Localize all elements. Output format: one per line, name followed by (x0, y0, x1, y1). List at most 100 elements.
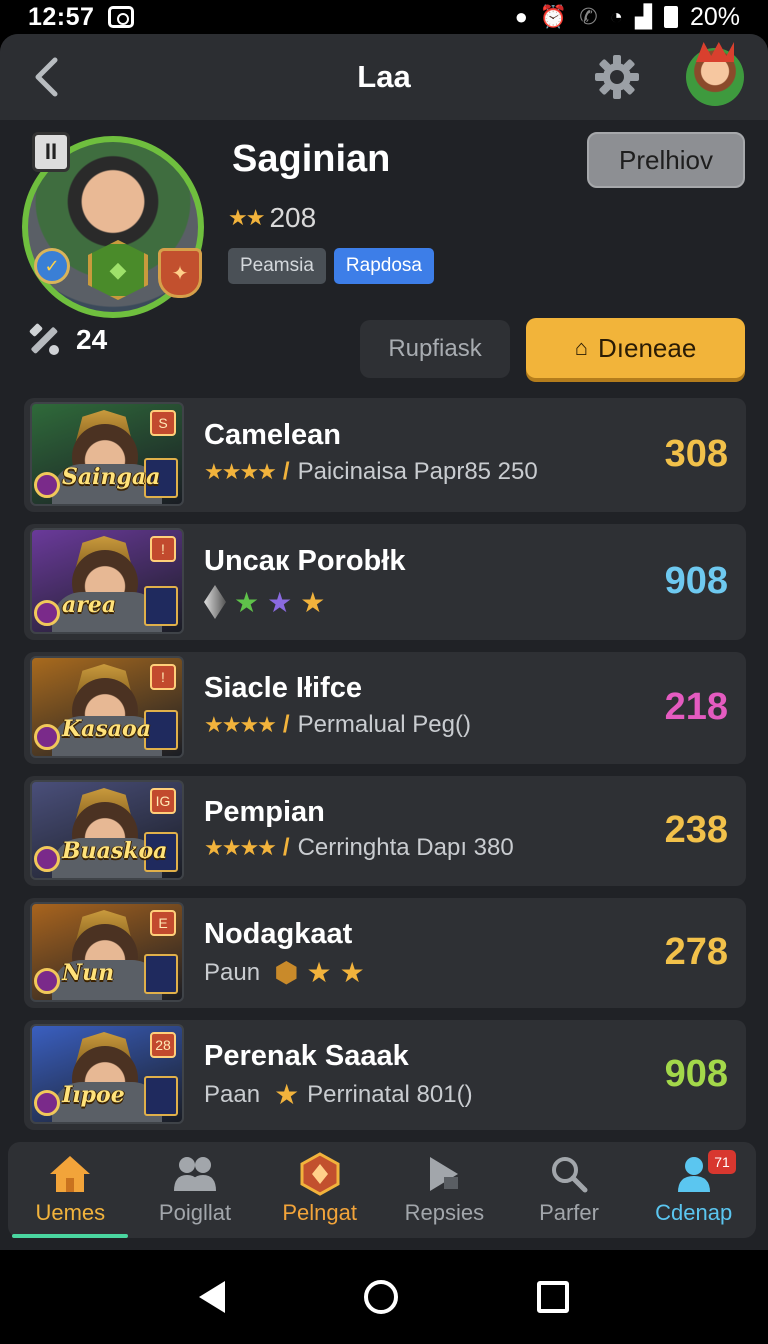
separator: / (282, 834, 290, 861)
thumbnail-label: areа (62, 592, 117, 618)
character-score: 308 (664, 433, 728, 475)
character-subtitle-row: ★★★★ / Permalual Peg() (204, 711, 471, 739)
nav-item-4[interactable]: Repsies (382, 1142, 507, 1238)
character-subtitle: Permalual Peg() (297, 711, 471, 738)
thumbnail-badge: IG (150, 788, 176, 814)
green-star-icon: ★ (234, 586, 260, 618)
character-name: Siacle Iłifce (204, 672, 362, 704)
thumbnail-badge: E (150, 910, 176, 936)
seal-icon (34, 724, 60, 750)
secondary-action-button[interactable]: Rupfiask (360, 320, 510, 378)
rating-value: 208 (269, 202, 317, 233)
system-recents-icon[interactable] (536, 1281, 569, 1313)
users-icon (172, 1154, 218, 1194)
thumbnail-label: Saingaa (62, 464, 161, 490)
player-tags: Peamsia Rapdosa (228, 248, 434, 284)
nav-label: Pelngat (282, 1200, 357, 1225)
character-name: Nodagkaat (204, 918, 353, 950)
nav-item-6[interactable]: Cdenap 71 (631, 1142, 756, 1238)
list-item[interactable]: ! areа Uncaк Porobłk ★ ★ ★ 908 (24, 524, 746, 640)
call-icon: ✆ (579, 4, 598, 29)
character-subtitle-row: ★★★★ / Paicinaisa Papr85 250 (204, 458, 538, 486)
play-icon (424, 1154, 464, 1194)
back-button[interactable] (24, 55, 68, 99)
list-item[interactable]: IG Buaskoa Pempian ★★★★ / Cerringhta Dap… (24, 776, 746, 886)
system-back-icon[interactable] (199, 1281, 226, 1313)
verified-badge-icon: ✓ (34, 248, 70, 284)
character-thumbnail: S Saingaa (30, 402, 184, 506)
seal-icon (34, 846, 60, 872)
thumbnail-badge: 28 (150, 1032, 176, 1058)
gear-icon (595, 55, 639, 99)
nav-item-5[interactable]: Parfer (507, 1142, 632, 1238)
app-window: Laa II ✓ ◆ ✦ Saginian ★★ 208 Peamsia Rap… (0, 34, 768, 1250)
thumbnail-label: Kasaoa (62, 716, 151, 742)
tag-secondary[interactable]: Rapdosa (333, 248, 434, 284)
primary-action-label: Dıeneae (597, 332, 697, 363)
seal-icon (34, 1090, 60, 1116)
rating-stars-icon: ★★★★ (204, 459, 277, 484)
preview-button[interactable]: Prelhiov (587, 132, 745, 188)
status-bar: 12:57 ● ⏰ ✆ ◔ ▟ 20% (0, 0, 768, 34)
profile-header: II ✓ ◆ ✦ Saginian ★★ 208 Peamsia Rapdosa… (0, 120, 768, 320)
nav-item-1[interactable]: Uemes (8, 1142, 133, 1238)
settings-button[interactable] (592, 52, 642, 102)
seal-icon (34, 968, 60, 994)
card-icon (144, 954, 178, 994)
location-icon: ● (514, 4, 528, 29)
character-subtitle-row: Paun ⬢ ★ ★ (204, 956, 365, 989)
battery-icon (663, 6, 678, 28)
seal-icon (34, 600, 60, 626)
character-subtitle: Perrinatal 801() (307, 1080, 473, 1108)
primary-action-button[interactable]: ⌂ Dıeneae (526, 318, 745, 378)
character-name: Perenak Saaak (204, 1040, 409, 1072)
list-item[interactable]: S Saingaa Camelean ★★★★ / Paicinaisa Pap… (24, 398, 746, 512)
emblem-icon (298, 1152, 342, 1196)
character-subtitle-prefix: Paan (204, 1080, 261, 1108)
nav-label: Uemes (35, 1200, 106, 1225)
status-time: 12:57 (28, 2, 95, 31)
character-score: 278 (664, 931, 728, 973)
character-subtitle-row: ★ ★ ★ (204, 585, 325, 619)
bottom-navigation: Uemes Poigllat Pelngat Repsies Parfer Cd… (8, 1142, 756, 1238)
character-subtitle-row: ★★★★ / Cerringhta Dapı 380 (204, 834, 514, 862)
nav-label: Parfer (539, 1200, 599, 1225)
list-item[interactable]: 28 Iıpoe Perenak Saaak Paan ★ Perrinatal… (24, 1020, 746, 1130)
nav-item-3[interactable]: Pelngat (257, 1142, 382, 1238)
account-avatar[interactable] (686, 48, 744, 106)
gold-star-icon: ★ (274, 1079, 300, 1110)
camera-notification-icon (108, 6, 135, 28)
thumbnail-badge: ! (150, 664, 176, 690)
rating-stars-icon: ★★ (228, 205, 265, 230)
character-subtitle: Paun (204, 958, 261, 986)
signal-icon: ▟ (635, 4, 652, 29)
rating-stars-icon: ★★★★ (204, 712, 277, 737)
tag-primary[interactable]: Peamsia (228, 248, 326, 284)
nav-label: Repsies (404, 1200, 485, 1225)
character-subtitle: Cerringhta Dapı 380 (297, 834, 514, 861)
character-score: 218 (664, 686, 728, 728)
item-count: 24 (26, 322, 107, 358)
gold-star-icon: ★ (300, 586, 326, 618)
character-thumbnail: 28 Iıpoe (30, 1024, 184, 1124)
gold-star-icon: ★ (339, 957, 365, 988)
purple-star-icon: ★ (267, 586, 293, 618)
thumbnail-badge: S (150, 410, 176, 436)
character-subtitle-row: Paan ★ Perrinatal 801() (204, 1078, 473, 1111)
rating-stars-icon: ★★★★ (204, 835, 277, 860)
notification-badge: 71 (708, 1150, 737, 1174)
card-icon (144, 586, 178, 626)
list-item[interactable]: ! Kasaoa Siacle Iłifce ★★★★ / Permalual … (24, 652, 746, 764)
character-name: Pempian (204, 796, 325, 828)
nav-item-2[interactable]: Poigllat (133, 1142, 258, 1238)
alarm-icon: ⏰ (539, 4, 568, 29)
character-thumbnail: IG Buaskoa (30, 780, 184, 880)
back-arrow-icon (35, 57, 58, 97)
tools-icon (29, 323, 59, 355)
search-icon (549, 1154, 589, 1194)
thumbnail-badge: ! (150, 536, 176, 562)
nav-label: Cdenap (655, 1200, 733, 1225)
character-score: 908 (664, 1053, 728, 1095)
system-home-icon[interactable] (363, 1280, 398, 1314)
list-item[interactable]: E Nun Nodagkaat Paun ⬢ ★ ★ 278 (24, 898, 746, 1008)
